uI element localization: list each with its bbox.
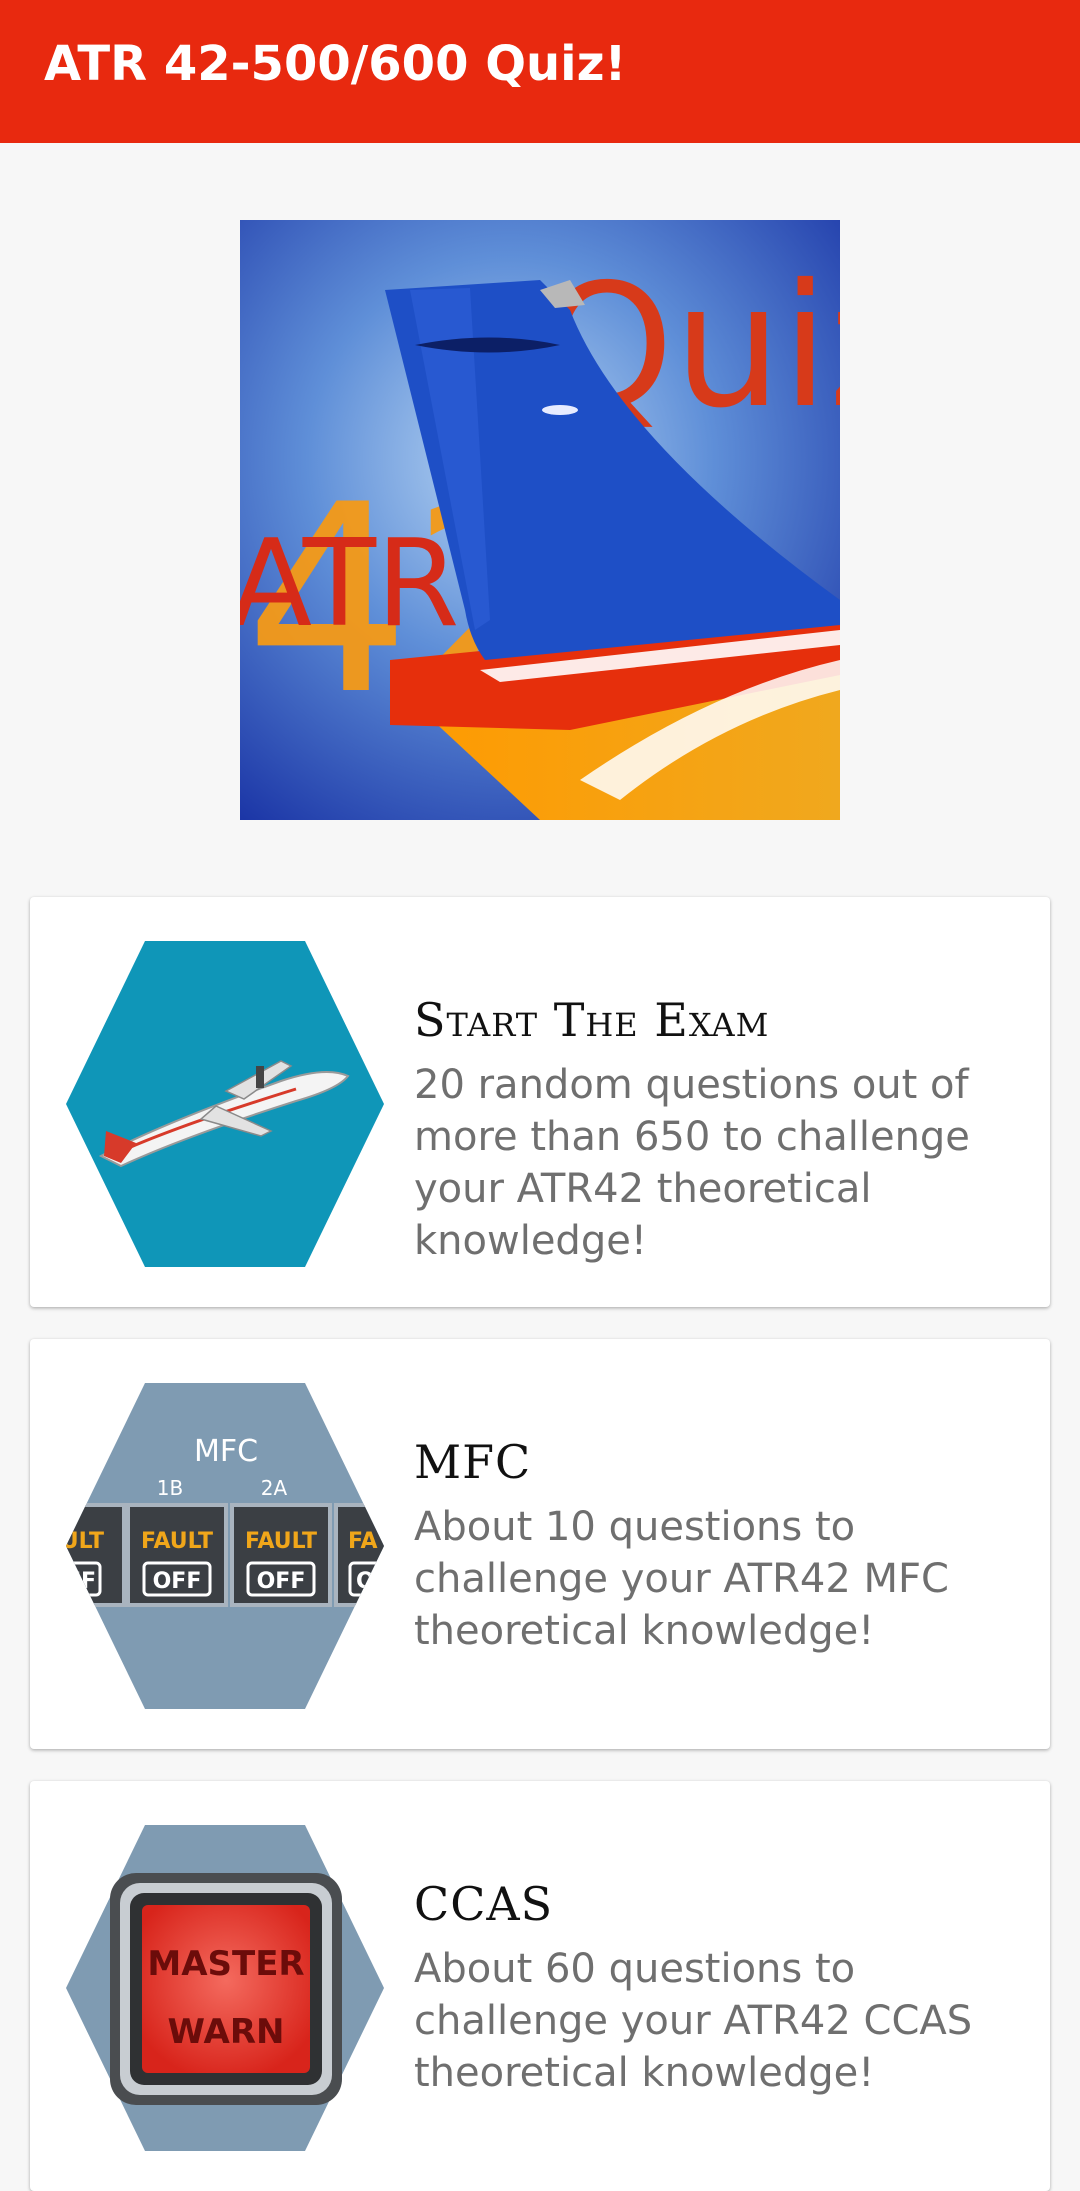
mfc-panel-icon: MFC A 1B 2A 2 ULT FAULT FAULT FA FF OFF … <box>66 1383 384 1709</box>
master-label: MASTER <box>147 1944 304 1984</box>
start-exam-description: 20 random questions out of more than 650… <box>414 1062 970 1264</box>
fault-label: ULT <box>66 1529 104 1554</box>
start-exam-title: Start The Exam <box>414 993 770 1047</box>
mfc-col-label: 2 <box>372 1476 384 1500</box>
mfc-col-label: 2A <box>261 1476 288 1500</box>
fault-label: FA <box>348 1529 378 1554</box>
off-label: O <box>356 1569 375 1594</box>
mfc-col-label: 1B <box>157 1476 183 1500</box>
mfc-header-label: MFC <box>194 1434 258 1469</box>
mfc-title: MFC <box>414 1435 532 1489</box>
tail-fin-logo: 42 ATR Quiz <box>240 220 840 820</box>
airplane-icon <box>66 941 384 1267</box>
fault-label: FAULT <box>141 1529 213 1554</box>
mfc-col-label: A <box>72 1476 86 1500</box>
off-label: FF <box>66 1569 96 1594</box>
hero-image: 42 ATR Quiz <box>240 220 840 820</box>
off-label: OFF <box>257 1569 306 1594</box>
warn-label: WARN <box>168 2012 285 2052</box>
ccas-title: CCAS <box>414 1877 554 1931</box>
ccas-description: About 60 questions to challenge your ATR… <box>414 1946 973 2096</box>
app-title: ATR 42-500/600 Quiz! <box>44 36 627 92</box>
start-exam-card[interactable]: Start The Exam 20 random questions out o… <box>30 897 1050 1307</box>
ccas-card[interactable]: MASTER WARN CCAS About 60 questions to c… <box>30 1781 1050 2191</box>
fault-label: FAULT <box>245 1529 317 1554</box>
mfc-description: About 10 questions to challenge your ATR… <box>414 1504 949 1654</box>
mfc-card[interactable]: MFC A 1B 2A 2 ULT FAULT FAULT FA FF OFF … <box>30 1339 1050 1749</box>
master-warn-icon: MASTER WARN <box>66 1825 384 2151</box>
hero-atr-text: ATR <box>240 515 459 654</box>
app-bar: ATR 42-500/600 Quiz! <box>0 0 1080 143</box>
off-label: OFF <box>153 1569 202 1594</box>
